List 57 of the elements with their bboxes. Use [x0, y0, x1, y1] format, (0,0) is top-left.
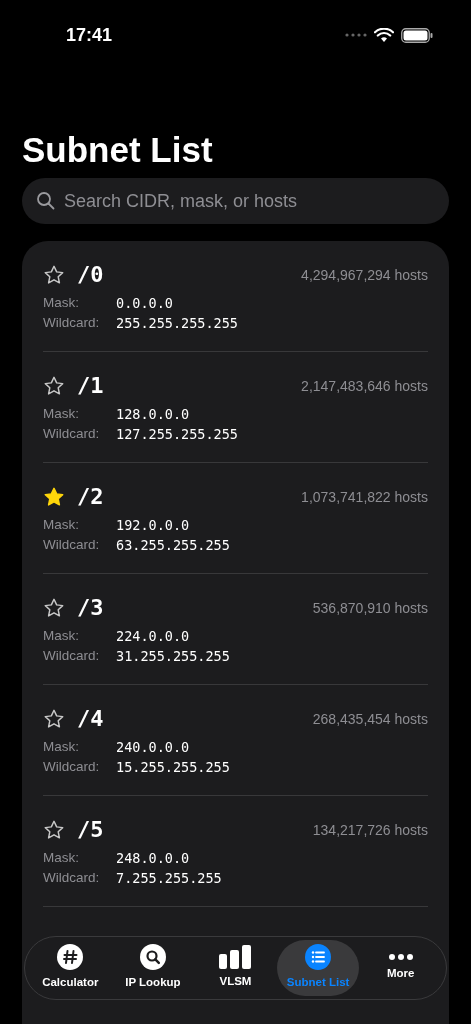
host-count: 2,147,483,646 hosts: [301, 376, 428, 396]
wildcard-label: Wildcard:: [43, 314, 101, 332]
mask-value: 192.0.0.0: [116, 516, 191, 535]
search-icon: [139, 944, 166, 971]
host-count: 268,435,454 hosts: [312, 709, 428, 729]
signal-icon: [345, 33, 367, 37]
cidr-prefix: /0: [77, 263, 104, 287]
cidr-prefix: /1: [77, 374, 104, 398]
mask-label: Mask:: [43, 516, 80, 534]
mask-value: 0.0.0.0: [116, 294, 174, 313]
mask-label: Mask:: [43, 738, 80, 756]
tab-button[interactable]: Calculator: [29, 940, 112, 996]
page-title: Subnet List: [22, 129, 214, 171]
wildcard-label: Wildcard:: [43, 758, 101, 776]
cidr-prefix: /4: [77, 707, 104, 731]
mask-label: Mask:: [43, 294, 80, 312]
star-icon[interactable]: [43, 819, 65, 841]
cidr-prefix: /3: [77, 596, 104, 620]
tab-button[interactable]: VLSM: [194, 940, 277, 996]
cidr-prefix: /5: [77, 818, 104, 842]
host-count: 134,217,726 hosts: [312, 820, 428, 840]
star-icon[interactable]: [43, 708, 65, 730]
wildcard-value: 7.255.255.255: [116, 869, 223, 888]
star-icon[interactable]: [43, 597, 65, 619]
tab-button[interactable]: More: [359, 940, 442, 996]
mask-label: Mask:: [43, 627, 80, 645]
mask-value: 240.0.0.0: [116, 738, 191, 757]
battery-icon: [401, 27, 433, 43]
list-icon: [305, 944, 332, 971]
wildcard-value: 255.255.255.255: [116, 314, 239, 333]
star-icon[interactable]: [43, 486, 65, 508]
wildcard-label: Wildcard:: [43, 647, 101, 665]
host-count: 4,294,967,294 hosts: [301, 265, 428, 285]
mask-label: Mask:: [43, 849, 80, 867]
mask-label: Mask:: [43, 405, 80, 423]
tab-button[interactable]: IP Lookup: [111, 940, 195, 996]
bar-chart-icon: [219, 945, 252, 970]
wildcard-label: Wildcard:: [43, 425, 101, 443]
mask-value: 128.0.0.0: [116, 405, 191, 424]
search-field[interactable]: Search CIDR, mask, or hosts: [22, 178, 449, 224]
host-count: 1,073,741,822 hosts: [301, 487, 428, 507]
wifi-icon: [374, 27, 394, 43]
wildcard-label: Wildcard:: [43, 869, 101, 887]
wildcard-label: Wildcard:: [43, 536, 101, 554]
wildcard-value: 31.255.255.255: [116, 647, 231, 666]
more-icon: [387, 953, 414, 962]
wildcard-value: 63.255.255.255: [116, 536, 231, 555]
star-icon[interactable]: [43, 264, 65, 286]
star-icon[interactable]: [43, 375, 65, 397]
hash-icon: [57, 944, 84, 971]
mask-value: 224.0.0.0: [116, 627, 191, 646]
wildcard-value: 15.255.255.255: [116, 758, 231, 777]
host-count: 536,870,910 hosts: [312, 598, 428, 618]
status-time: 17:41: [66, 23, 113, 47]
wildcard-value: 127.255.255.255: [116, 425, 239, 444]
mask-value: 248.0.0.0: [116, 849, 191, 868]
cidr-prefix: /2: [77, 485, 104, 509]
